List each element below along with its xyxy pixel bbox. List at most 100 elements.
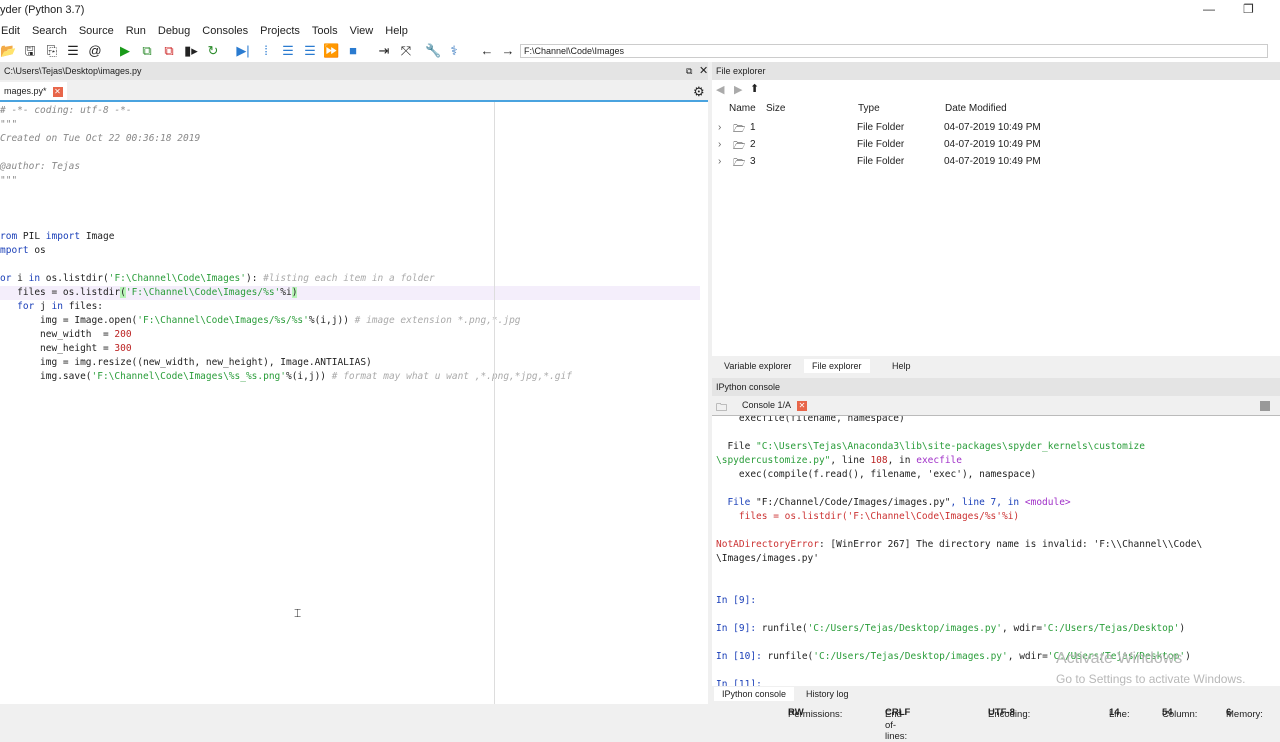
console-line: files = os.listdir('F:\Channel\Code\Imag… — [716, 510, 1019, 524]
column-size[interactable]: Size — [766, 103, 785, 114]
console-token: 108 — [870, 455, 888, 466]
file-row[interactable]: › 🗁 1 File Folder 04-07-2019 10:49 PM — [712, 120, 1280, 136]
console-token: , wdir= — [1007, 651, 1048, 662]
maximize-pane-icon[interactable]: ⇥ — [376, 43, 392, 59]
fullscreen-icon[interactable]: ⤧ — [398, 43, 414, 59]
console-token: ]: — [744, 623, 762, 634]
menu-tools[interactable]: Tools — [312, 22, 344, 40]
gear-icon[interactable]: ⚙ — [693, 84, 705, 100]
tab-file-explorer[interactable]: File explorer — [804, 359, 870, 373]
preferences-wrench-icon[interactable]: 🔧 — [425, 43, 441, 59]
restore-icon[interactable]: ❐ — [1243, 2, 1254, 16]
code-token: files = os.listdir — [0, 287, 121, 298]
run-cell-icon[interactable]: ⧉ — [139, 43, 155, 59]
tab-variable-explorer[interactable]: Variable explorer — [716, 359, 799, 373]
expand-chevron-icon[interactable]: › — [718, 156, 721, 167]
debug-icon[interactable]: ▶| — [235, 43, 251, 59]
menu-consoles[interactable]: Consoles — [202, 22, 254, 40]
continue-icon[interactable]: ⏩ — [323, 43, 339, 59]
tab-help[interactable]: Help — [884, 359, 919, 373]
undock-icon[interactable]: ⧉ — [686, 66, 692, 77]
open-folder-icon[interactable]: 📂 — [0, 43, 16, 59]
code-line: for j in files: — [0, 300, 700, 314]
at-icon[interactable]: @ — [87, 43, 103, 59]
code-line: # -*- coding: utf-8 -*- — [0, 104, 700, 118]
console-line: In [9]: runfile('C:/Users/Tejas/Desktop/… — [716, 622, 1185, 636]
expand-chevron-icon[interactable]: › — [718, 139, 721, 150]
code-token: new_height = — [0, 343, 115, 354]
code-line: img.save('F:\Channel\Code\Images\%s_%s.p… — [0, 370, 700, 384]
console-token: ) — [1179, 623, 1186, 634]
up-icon[interactable]: ⬆ — [750, 82, 759, 95]
code-token: # format may what u want ,*.png,*jpg,*.g… — [331, 371, 572, 382]
menu-run[interactable]: Run — [126, 22, 152, 40]
forward-icon[interactable]: ▶ — [734, 83, 742, 96]
ipython-console[interactable]: execfile(filename, namespace) File "C:\U… — [712, 416, 1280, 686]
menu-source[interactable]: Source — [79, 22, 120, 40]
code-editor[interactable]: # -*- coding: utf-8 -*- """ Created on Tue… — [0, 102, 708, 704]
file-row[interactable]: › 🗁 3 File Folder 04-07-2019 10:49 PM — [712, 154, 1280, 170]
stop-icon[interactable]: ■ — [345, 43, 361, 59]
editor-tab[interactable]: mages.py* ✕ — [0, 82, 67, 100]
console-line: NotADirectoryError: [WinError 267] The d… — [716, 538, 1202, 552]
console-token: execfile(filename, namespace) — [716, 416, 905, 424]
rerun-icon[interactable]: ↻ — [205, 43, 221, 59]
step-into-icon[interactable]: ☰ — [280, 43, 296, 59]
close-console-icon[interactable]: ✕ — [797, 401, 808, 411]
code-token: Created on Tue Oct 22 00:36:18 2019 — [0, 133, 201, 144]
console-token: ) — [1185, 651, 1191, 662]
ipython-title: IPython console — [716, 382, 781, 392]
code-token: files: — [62, 301, 104, 312]
code-token: 200 — [114, 329, 132, 340]
interrupt-kernel-icon[interactable] — [1260, 401, 1270, 411]
code-line: new_width = 200 — [0, 328, 700, 342]
console-token: , line — [830, 455, 871, 466]
console-tab[interactable]: Console 1/A ✕ — [742, 400, 808, 411]
console-line: In [9]: — [716, 594, 756, 608]
step-icon[interactable]: ⁞ — [258, 43, 274, 59]
code-token: for — [17, 301, 35, 312]
column-name[interactable]: Name — [729, 103, 756, 114]
python-path-icon[interactable]: ⚕ — [446, 43, 462, 59]
code-line: img = Image.open('F:\Channel\Code\Images… — [0, 314, 700, 328]
outline-icon[interactable]: ☰ — [65, 43, 81, 59]
step-return-icon[interactable]: ☰ — [302, 43, 318, 59]
close-pane-icon[interactable]: ✕ — [699, 64, 708, 77]
console-token: 10 — [738, 651, 751, 662]
save-all-icon[interactable]: ⎘ — [44, 43, 60, 59]
tab-history-log[interactable]: History log — [798, 687, 857, 701]
menu-view[interactable]: View — [350, 22, 380, 40]
code-token: new_width = — [0, 329, 115, 340]
file-row[interactable]: › 🗁 2 File Folder 04-07-2019 10:49 PM — [712, 137, 1280, 153]
run-cell-advance-icon[interactable]: ⧉ — [161, 43, 177, 59]
menu-debug[interactable]: Debug — [158, 22, 196, 40]
minimize-icon[interactable]: — — [1203, 2, 1215, 16]
console-token: NotADirectoryError — [716, 539, 819, 550]
console-token: , in — [887, 455, 917, 466]
console-token: , wdir= — [1002, 623, 1043, 634]
watermark-subtitle: Go to Settings to activate Windows. — [1056, 672, 1246, 686]
console-line: \spydercustomize.py", line 108, in execf… — [716, 454, 962, 468]
code-token: @author: Tejas — [0, 161, 81, 172]
console-line: \Images/images.py' — [716, 552, 819, 566]
menu-edit[interactable]: Edit — [1, 22, 26, 40]
working-directory-input[interactable]: F:\Channel\Code\Images — [520, 44, 1268, 58]
column-date-modified[interactable]: Date Modified — [945, 103, 1007, 114]
back-arrow-icon[interactable]: ← — [479, 43, 495, 59]
forward-arrow-icon[interactable]: → — [500, 43, 516, 59]
tab-ipython-console[interactable]: IPython console — [714, 687, 795, 701]
close-tab-icon[interactable]: ✕ — [52, 87, 63, 97]
back-icon[interactable]: ◀ — [716, 83, 724, 96]
column-type[interactable]: Type — [858, 103, 880, 114]
expand-chevron-icon[interactable]: › — [718, 122, 721, 133]
run-icon[interactable]: ▶ — [117, 43, 133, 59]
status-bar: Permissions: RW End-of-lines: CRLF Encod… — [0, 705, 1280, 742]
run-selection-icon[interactable]: ▮▸ — [183, 43, 199, 59]
menu-help[interactable]: Help — [385, 22, 414, 40]
column-status: Column: 54 — [1162, 707, 1198, 720]
menu-projects[interactable]: Projects — [260, 22, 306, 40]
console-token: "F:/Channel/Code/Images/images.py" — [756, 497, 951, 508]
file-name: 3 — [750, 156, 756, 167]
save-icon[interactable]: 🖫 — [22, 43, 38, 59]
menu-search[interactable]: Search — [32, 22, 73, 40]
